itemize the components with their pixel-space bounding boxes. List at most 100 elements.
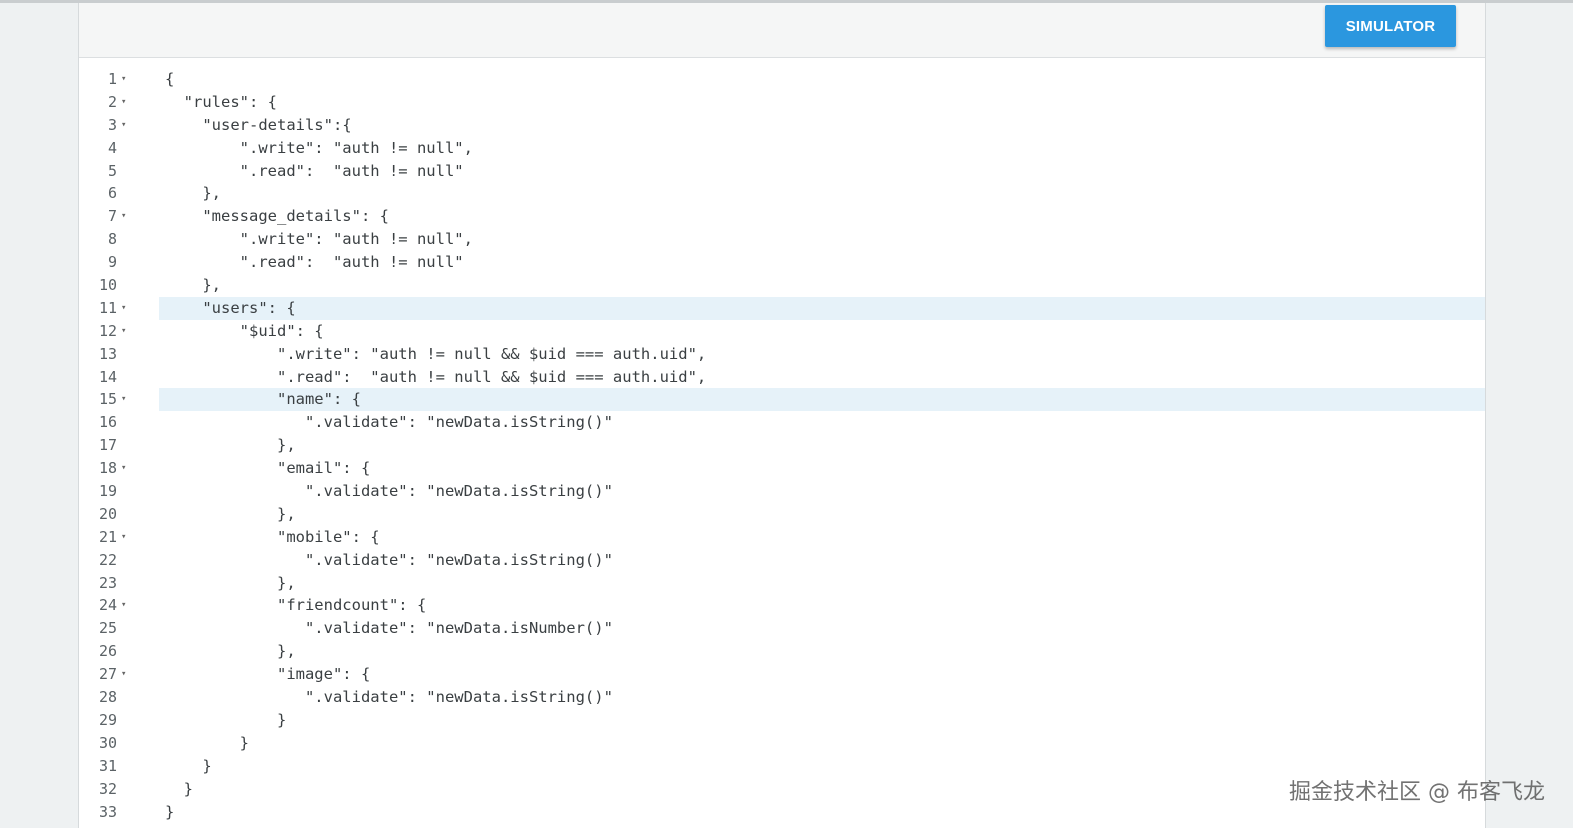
fold-toggle-icon[interactable]: ▾ <box>121 320 126 343</box>
code-text[interactable]: } <box>159 755 1485 778</box>
code-text[interactable]: } <box>159 801 1485 824</box>
line-number: 31 <box>98 756 117 775</box>
line-gutter: 25 <box>79 617 159 640</box>
line-number: 26 <box>98 642 117 661</box>
code-line[interactable]: 8 ".write": "auth != null", <box>79 228 1485 251</box>
code-line[interactable]: 15 ▾ "name": { <box>79 388 1485 412</box>
code-line[interactable]: 21 ▾ "mobile": { <box>79 526 1485 549</box>
code-line[interactable]: 19 ".validate": "newData.isString()" <box>79 480 1485 503</box>
code-line[interactable]: 3 ▾ "user-details":{ <box>79 114 1485 137</box>
code-line[interactable]: 1 ▾{ <box>79 68 1485 91</box>
fold-toggle-icon[interactable]: ▾ <box>121 91 126 114</box>
fold-toggle-icon[interactable]: ▾ <box>121 526 126 549</box>
code-text[interactable]: ".validate": "newData.isNumber()" <box>159 617 1485 640</box>
code-text[interactable]: }, <box>159 640 1485 663</box>
code-line[interactable]: 16 ".validate": "newData.isString()" <box>79 411 1485 434</box>
code-line[interactable]: 20 }, <box>79 503 1485 526</box>
code-text[interactable]: } <box>159 732 1485 755</box>
code-text[interactable]: } <box>159 778 1485 801</box>
simulator-button[interactable]: SIMULATOR <box>1325 5 1456 47</box>
code-text[interactable]: ".validate": "newData.isString()" <box>159 549 1485 572</box>
code-text[interactable]: ".read": "auth != null && $uid === auth.… <box>159 366 1485 389</box>
code-line[interactable]: 18 ▾ "email": { <box>79 457 1485 480</box>
line-gutter: 17 <box>79 434 159 457</box>
code-text[interactable]: }, <box>159 434 1485 457</box>
code-line[interactable]: 5 ".read": "auth != null" <box>79 160 1485 183</box>
fold-toggle-icon[interactable]: ▾ <box>121 663 126 686</box>
code-text[interactable]: "image": { <box>159 663 1485 686</box>
code-text[interactable]: "friendcount": { <box>159 594 1485 617</box>
line-number: 9 <box>107 253 117 272</box>
code-text[interactable]: "mobile": { <box>159 526 1485 549</box>
fold-toggle-icon[interactable]: ▾ <box>121 297 126 320</box>
line-gutter: 4 <box>79 137 159 160</box>
line-number: 24 <box>98 596 117 615</box>
code-line[interactable]: 27 ▾ "image": { <box>79 663 1485 686</box>
line-number: 11 <box>98 298 117 317</box>
code-line[interactable]: 29 } <box>79 709 1485 732</box>
code-text[interactable]: ".write": "auth != null", <box>159 137 1485 160</box>
code-line[interactable]: 32 } <box>79 778 1485 801</box>
code-text[interactable]: ".write": "auth != null", <box>159 228 1485 251</box>
code-line[interactable]: 26 }, <box>79 640 1485 663</box>
code-line[interactable]: 14 ".read": "auth != null && $uid === au… <box>79 366 1485 389</box>
code-text[interactable]: "users": { <box>159 296 1485 320</box>
code-text[interactable]: }, <box>159 503 1485 526</box>
code-line[interactable]: 12 ▾ "$uid": { <box>79 320 1485 343</box>
code-text[interactable]: ".validate": "newData.isString()" <box>159 411 1485 434</box>
code-line[interactable]: 17 }, <box>79 434 1485 457</box>
code-line[interactable]: 4 ".write": "auth != null", <box>79 137 1485 160</box>
line-number: 13 <box>98 344 117 363</box>
code-text[interactable]: "user-details":{ <box>159 114 1485 137</box>
code-text[interactable]: "message_details": { <box>159 205 1485 228</box>
code-line[interactable]: 7 ▾ "message_details": { <box>79 205 1485 228</box>
code-text[interactable]: ".read": "auth != null" <box>159 251 1485 274</box>
fold-toggle-icon[interactable]: ▾ <box>121 388 126 411</box>
line-gutter: 11 ▾ <box>79 297 159 320</box>
code-line[interactable]: 30 } <box>79 732 1485 755</box>
line-gutter: 2 ▾ <box>79 91 159 114</box>
line-number: 15 <box>98 390 117 409</box>
code-line[interactable]: 6 }, <box>79 182 1485 205</box>
line-gutter: 31 <box>79 755 159 778</box>
code-text[interactable]: } <box>159 709 1485 732</box>
code-line[interactable]: 25 ".validate": "newData.isNumber()" <box>79 617 1485 640</box>
code-text[interactable]: { <box>159 68 1485 91</box>
code-text[interactable]: }, <box>159 182 1485 205</box>
code-editor[interactable]: 1 ▾{2 ▾ "rules": {3 ▾ "user-details":{4 ".w… <box>79 68 1485 828</box>
line-gutter: 28 <box>79 686 159 709</box>
fold-toggle-icon[interactable]: ▾ <box>121 205 126 228</box>
line-number: 7 <box>107 207 117 226</box>
code-text[interactable]: }, <box>159 274 1485 297</box>
fold-toggle-icon[interactable]: ▾ <box>121 594 126 617</box>
line-number: 25 <box>98 619 117 638</box>
line-number: 33 <box>98 802 117 821</box>
code-line[interactable]: 9 ".read": "auth != null" <box>79 251 1485 274</box>
fold-toggle-icon[interactable]: ▾ <box>121 457 126 480</box>
line-gutter: 20 <box>79 503 159 526</box>
line-number: 14 <box>98 367 117 386</box>
code-line[interactable]: 22 ".validate": "newData.isString()" <box>79 549 1485 572</box>
fold-toggle-icon[interactable]: ▾ <box>121 114 126 137</box>
code-text[interactable]: "$uid": { <box>159 320 1485 343</box>
line-gutter: 27 ▾ <box>79 663 159 686</box>
code-text[interactable]: "name": { <box>159 388 1485 412</box>
fold-toggle-icon[interactable]: ▾ <box>121 68 126 91</box>
code-line[interactable]: 24 ▾ "friendcount": { <box>79 594 1485 617</box>
code-line[interactable]: 31 } <box>79 755 1485 778</box>
code-line[interactable]: 23 }, <box>79 572 1485 595</box>
code-line[interactable]: 11 ▾ "users": { <box>79 296 1485 320</box>
code-text[interactable]: }, <box>159 572 1485 595</box>
code-text[interactable]: ".read": "auth != null" <box>159 160 1485 183</box>
code-line[interactable]: 10 }, <box>79 274 1485 297</box>
line-number: 32 <box>98 779 117 798</box>
code-text[interactable]: ".write": "auth != null && $uid === auth… <box>159 343 1485 366</box>
code-text[interactable]: "rules": { <box>159 91 1485 114</box>
code-text[interactable]: ".validate": "newData.isString()" <box>159 480 1485 503</box>
code-line[interactable]: 2 ▾ "rules": { <box>79 91 1485 114</box>
code-line[interactable]: 13 ".write": "auth != null && $uid === a… <box>79 343 1485 366</box>
code-line[interactable]: 33} <box>79 801 1485 824</box>
code-text[interactable]: ".validate": "newData.isString()" <box>159 686 1485 709</box>
code-line[interactable]: 28 ".validate": "newData.isString()" <box>79 686 1485 709</box>
code-text[interactable]: "email": { <box>159 457 1485 480</box>
